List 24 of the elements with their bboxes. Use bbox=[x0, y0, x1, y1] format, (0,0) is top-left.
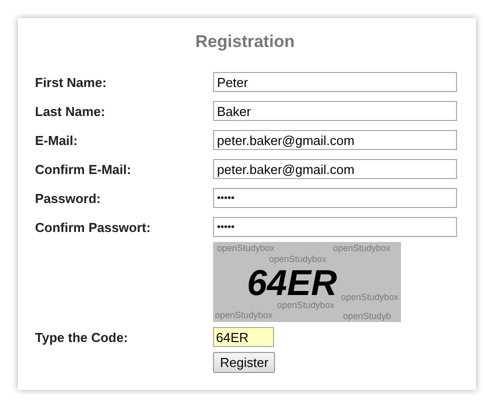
noise-text: openStudybox bbox=[217, 243, 275, 253]
field-label: Confirm E-Mail: bbox=[35, 162, 132, 176]
field-label: Password: bbox=[35, 190, 102, 206]
text-field[interactable]: peter.baker@gmail.com bbox=[213, 130, 457, 150]
noise-text: openStudyb bbox=[343, 311, 392, 321]
noise-text: openStudybox bbox=[215, 310, 273, 320]
field-label: Confirm Passwort: bbox=[35, 220, 152, 234]
noise-text: openStudybox bbox=[277, 300, 335, 310]
field-label: Type the Code: bbox=[35, 330, 129, 344]
field-label: Last Name: bbox=[35, 104, 106, 118]
noise-text: openStudybox bbox=[269, 254, 327, 264]
form-title: Registration bbox=[194, 32, 296, 52]
text-field[interactable]: Peter bbox=[213, 72, 457, 92]
code-field[interactable]: 64ER bbox=[213, 327, 274, 347]
password-field[interactable]: ••••• bbox=[213, 217, 457, 237]
noise-text: openStudybox bbox=[333, 243, 391, 253]
password-field[interactable]: ••••• bbox=[213, 188, 457, 208]
field-label: E-Mail: bbox=[35, 132, 79, 148]
captcha-code: 64ER bbox=[247, 265, 338, 301]
text-field[interactable]: Baker bbox=[213, 101, 457, 121]
text-field[interactable]: peter.baker@gmail.com bbox=[213, 159, 457, 179]
noise-text: openStudybox bbox=[341, 292, 399, 302]
register-button[interactable]: Register bbox=[213, 352, 276, 373]
field-label: First Name: bbox=[35, 74, 108, 90]
